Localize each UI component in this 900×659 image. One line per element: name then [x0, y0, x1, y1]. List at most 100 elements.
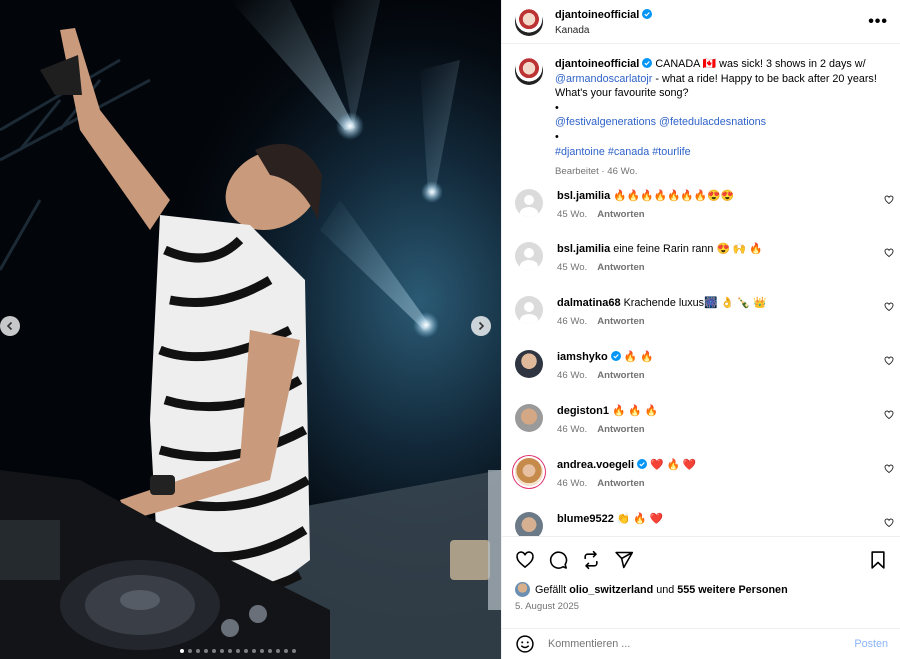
post-sidebar: djantoineofficial Kanada ••• djantoineof… [501, 0, 900, 659]
mention-link[interactable]: @armandoscarlatojr [555, 73, 652, 85]
commenter-avatar[interactable] [515, 512, 543, 536]
verified-badge-icon [610, 351, 621, 361]
comment-age: 45 Wo. [557, 262, 588, 273]
comment-age: 45 Wo. [557, 209, 588, 220]
caption-avatar[interactable] [515, 57, 543, 85]
commenter-username[interactable]: dalmatina68 [557, 297, 621, 309]
caption-username[interactable]: djantoineofficial [555, 58, 639, 70]
reply-button[interactable]: Antworten [597, 316, 644, 327]
liker-username[interactable]: olio_switzerland [569, 584, 653, 596]
carousel-dot [244, 649, 248, 653]
likes-count[interactable]: 555 weitere Personen [677, 584, 787, 596]
caption-bullet: • [555, 130, 559, 143]
comments-scroll-area[interactable]: djantoineofficial CANADA 🇨🇦 was sick! 3 … [502, 44, 900, 536]
comment-age: 46 Wo. [557, 478, 588, 489]
carousel-dot [276, 649, 280, 653]
comment-like-heart-icon[interactable] [884, 464, 894, 474]
carousel-dot [284, 649, 288, 653]
save-bookmark-icon[interactable] [868, 550, 888, 570]
carousel-dot [252, 649, 256, 653]
post-location[interactable]: Kanada [555, 23, 652, 38]
like-heart-icon[interactable] [515, 550, 535, 570]
post-caption: djantoineofficial CANADA 🇨🇦 was sick! 3 … [502, 44, 900, 180]
likes-prefix: Gefällt [535, 583, 567, 596]
carousel-dot [236, 649, 240, 653]
commenter-username[interactable]: bsl.jamilia [557, 190, 610, 202]
author-username[interactable]: djantoineofficial [555, 9, 639, 21]
reply-button[interactable]: Antworten [597, 370, 644, 381]
carousel-dot [228, 649, 232, 653]
carousel-dot [196, 649, 200, 653]
reply-button[interactable]: Antworten [597, 478, 644, 489]
comment-text: 🔥 🔥 [623, 351, 654, 363]
comment-age: 46 Wo. [557, 316, 588, 327]
carousel-indicator [180, 649, 296, 653]
commenter-avatar[interactable] [515, 350, 543, 378]
post-date[interactable]: 5. August 2025 [502, 597, 900, 612]
carousel-dot [292, 649, 296, 653]
reply-button[interactable]: Antworten [597, 424, 644, 435]
comment-like-heart-icon[interactable] [884, 195, 894, 205]
carousel-dot [268, 649, 272, 653]
commenter-avatar[interactable] [515, 296, 543, 324]
comment-input[interactable] [548, 638, 828, 650]
comment-text: 🔥 🔥 🔥 [611, 405, 659, 417]
carousel-dot [180, 649, 184, 653]
comment-item: dalmatina68 Krachende luxus🎆 👌 🍾 👑 46 Wo… [515, 296, 900, 336]
post-comment-button[interactable]: Posten [854, 638, 888, 650]
comment-like-heart-icon[interactable] [884, 248, 894, 258]
comment-bar: Posten [502, 628, 900, 659]
emoji-icon[interactable] [515, 634, 535, 654]
commenter-username[interactable]: blume9522 [557, 513, 614, 525]
comment-age: 46 Wo. [557, 370, 588, 381]
carousel-dot [220, 649, 224, 653]
commenter-username[interactable]: bsl.jamilia [557, 243, 610, 255]
caption-bullet: • [555, 101, 559, 114]
carousel-dot [260, 649, 264, 653]
comment-text: eine feine Rarin rann 😍 🙌 🔥 [613, 243, 763, 255]
share-icon[interactable] [614, 550, 634, 570]
post-media[interactable] [0, 0, 501, 659]
hashtags[interactable]: #djantoine #canada #tourlife [555, 146, 691, 158]
comment-item: iamshyko 🔥 🔥 46 Wo. Antworten [515, 350, 900, 390]
commenter-avatar[interactable] [515, 404, 543, 432]
caption-text-1: CANADA 🇨🇦 was sick! 3 shows in 2 days w/ [655, 58, 866, 70]
comment-item: degiston1 🔥 🔥 🔥 46 Wo. Antworten [515, 404, 900, 444]
comment-item: andrea.voegeli ❤️ 🔥 ❤️ 46 Wo. Antworten [515, 458, 900, 498]
commenter-username[interactable]: iamshyko [557, 351, 608, 363]
comment-icon[interactable] [548, 550, 568, 570]
comment-text: Krachende luxus🎆 👌 🍾 👑 [623, 297, 767, 309]
likes-middle: und [656, 583, 675, 596]
comment-item: bsl.jamilia 🔥🔥🔥🔥🔥🔥🔥😍😍 45 Wo. Antworten [515, 189, 900, 229]
commenter-avatar[interactable] [515, 189, 543, 217]
comment-item: blume9522 👏 🔥 ❤️ [515, 512, 900, 536]
comment-like-heart-icon[interactable] [884, 302, 894, 312]
post-header: djantoineofficial Kanada ••• [502, 0, 900, 44]
comment-text: 🔥🔥🔥🔥🔥🔥🔥😍😍 [613, 190, 735, 202]
comment-like-heart-icon[interactable] [884, 410, 894, 420]
next-slide-button[interactable] [471, 316, 491, 336]
previous-slide-button[interactable] [0, 316, 20, 336]
comment-text: 👏 🔥 ❤️ [616, 513, 664, 525]
comment-like-heart-icon[interactable] [884, 356, 894, 366]
verified-badge-icon [637, 459, 648, 469]
liker-avatar[interactable] [515, 582, 530, 597]
author-avatar[interactable] [515, 7, 543, 36]
mention-link[interactable]: @festivalgenerations [555, 116, 656, 128]
likes-summary: Gefällt olio_switzerland und 555 weitere… [502, 570, 900, 597]
caption-meta: Bearbeitet · 46 Wo. [555, 166, 638, 178]
carousel-dot [204, 649, 208, 653]
reply-button[interactable]: Antworten [597, 262, 644, 273]
mention-link[interactable]: @fetedulacdesnations [659, 116, 766, 128]
comment-item: bsl.jamilia eine feine Rarin rann 😍 🙌 🔥 … [515, 242, 900, 282]
commenter-username[interactable]: andrea.voegeli [557, 459, 634, 471]
commenter-avatar[interactable] [515, 242, 543, 270]
more-options-button[interactable]: ••• [868, 13, 888, 29]
comment-age: 46 Wo. [557, 424, 588, 435]
commenter-username[interactable]: degiston1 [557, 405, 609, 417]
verified-badge-icon [642, 58, 653, 68]
commenter-avatar[interactable] [515, 458, 543, 486]
comment-like-heart-icon[interactable] [884, 518, 894, 528]
reply-button[interactable]: Antworten [597, 209, 644, 220]
repost-icon[interactable] [581, 550, 601, 570]
